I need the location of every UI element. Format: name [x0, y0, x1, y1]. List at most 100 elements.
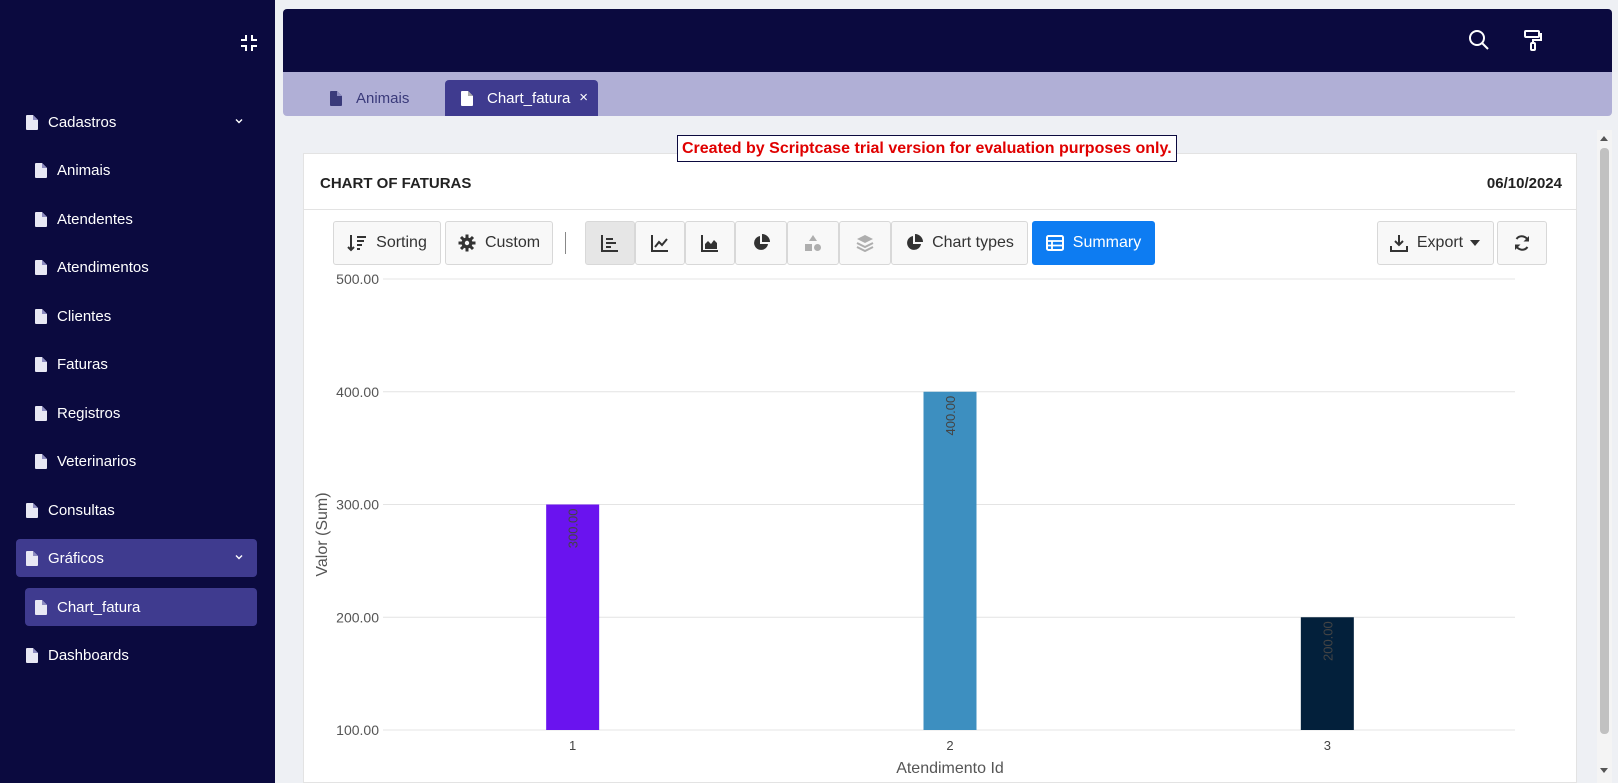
- sidebar-item-veterinarios[interactable]: Veterinarios: [25, 442, 257, 480]
- document-icon: [35, 453, 47, 469]
- document-icon: [26, 502, 38, 518]
- panel-header: CHART OF FATURAS 06/10/2024: [304, 154, 1576, 210]
- document-icon: [35, 405, 47, 421]
- sidebar-item-consultas[interactable]: Consultas: [16, 491, 257, 529]
- sorting-button[interactable]: Sorting: [333, 221, 441, 265]
- sidebar-item-label: Chart_fatura: [57, 598, 141, 616]
- paint-roller-icon[interactable]: [1521, 28, 1545, 52]
- document-icon: [461, 90, 473, 106]
- document-icon: [35, 308, 47, 324]
- pie-chart-icon: [754, 234, 770, 250]
- scrollbar[interactable]: [1597, 130, 1612, 783]
- data-label: 200.00: [1320, 621, 1335, 661]
- y-axis-title: Valor (Sum): [314, 492, 331, 576]
- sidebar-item-label: Veterinarios: [57, 452, 137, 470]
- document-icon: [35, 259, 47, 275]
- chevron-down-icon: [235, 555, 243, 560]
- shapes-chart-button[interactable]: [787, 221, 839, 265]
- y-tick-label: 500.00: [336, 271, 379, 287]
- download-icon: [1389, 235, 1408, 252]
- gear-icon: [458, 234, 476, 252]
- sidebar-item-dashboards[interactable]: Dashboards: [16, 636, 257, 674]
- document-icon: [330, 90, 342, 106]
- table-icon: [1045, 235, 1064, 251]
- caret-down-icon: [1470, 240, 1481, 246]
- sidebar-item-gr-ficos[interactable]: Gráficos: [16, 539, 257, 577]
- sidebar-item-cadastros[interactable]: Cadastros: [16, 103, 257, 141]
- document-icon: [35, 356, 47, 372]
- sort-icon: [347, 235, 367, 252]
- refresh-button[interactable]: [1497, 221, 1547, 265]
- scroll-up-arrow[interactable]: [1600, 136, 1608, 141]
- chevron-down-icon: [235, 119, 243, 124]
- chart-types-label: Chart types: [932, 234, 1014, 251]
- refresh-icon: [1515, 235, 1529, 251]
- panel-title: CHART OF FATURAS: [320, 175, 472, 192]
- y-tick-label: 200.00: [336, 609, 379, 625]
- close-icon[interactable]: ×: [579, 89, 588, 106]
- summary-label: Summary: [1072, 234, 1142, 251]
- document-icon: [35, 162, 47, 178]
- sidebar-item-atendimentos[interactable]: Atendimentos: [25, 248, 257, 286]
- sidebar-item-label: Faturas: [57, 355, 108, 373]
- stacked-chart-button[interactable]: [839, 221, 891, 265]
- sidebar-item-label: Consultas: [48, 501, 115, 519]
- document-icon: [26, 647, 38, 663]
- sidebar-item-faturas[interactable]: Faturas: [25, 345, 257, 383]
- bar-chart-icon: [601, 235, 618, 252]
- sidebar: Cadastros Animais Atendentes Atendimentos Cl…: [0, 0, 275, 783]
- sidebar-item-label: Animais: [57, 161, 111, 179]
- area-chart-icon: [701, 235, 718, 252]
- data-label: 400.00: [943, 396, 958, 436]
- document-icon: [35, 599, 47, 615]
- data-label: 300.00: [566, 509, 581, 549]
- bar-chart-button[interactable]: [585, 221, 635, 265]
- sidebar-item-label: Dashboards: [48, 646, 129, 664]
- scroll-thumb[interactable]: [1600, 148, 1609, 734]
- summary-button[interactable]: Summary: [1032, 221, 1155, 265]
- custom-button[interactable]: Custom: [445, 221, 553, 265]
- pie-chart-button[interactable]: [735, 221, 787, 265]
- sidebar-item-clientes[interactable]: Clientes: [25, 297, 257, 335]
- tabs-bar: Animais × Chart_fatura ×: [283, 72, 1612, 116]
- tab-chart-fatura[interactable]: Chart_fatura ×: [445, 80, 598, 116]
- export-button[interactable]: Export: [1377, 221, 1494, 265]
- search-icon[interactable]: [1467, 28, 1491, 52]
- panel-date: 06/10/2024: [1486, 175, 1562, 192]
- chart-types-button[interactable]: Chart types: [891, 221, 1028, 265]
- line-chart-button[interactable]: [635, 221, 685, 265]
- scroll-down-arrow[interactable]: [1600, 768, 1608, 773]
- sidebar-item-atendentes[interactable]: Atendentes: [25, 200, 257, 238]
- document-icon: [26, 550, 38, 566]
- sidebar-item-label: Registros: [57, 404, 121, 422]
- collapse-icon[interactable]: [239, 33, 259, 53]
- sidebar-item-label: Gráficos: [48, 549, 104, 567]
- trial-notice: Created by Scriptcase trial version for …: [677, 135, 1177, 162]
- y-tick-label: 300.00: [336, 497, 379, 513]
- sidebar-item-label: Atendentes: [57, 210, 133, 228]
- export-label: Export: [1416, 234, 1464, 251]
- top-header: [283, 9, 1612, 72]
- x-tick-label: 1: [569, 738, 576, 753]
- custom-label: Custom: [484, 234, 541, 251]
- sidebar-item-chart-fatura[interactable]: Chart_fatura: [25, 588, 257, 626]
- x-tick-label: 2: [946, 738, 953, 753]
- y-tick-label: 400.00: [336, 384, 379, 400]
- bar-chart: 100.00 200.00 300.00 400.00 500.00 300.00 1 400…: [303, 270, 1577, 783]
- sidebar-item-label: Clientes: [57, 307, 112, 325]
- chart-bar: [923, 391, 977, 730]
- sidebar-item-animais[interactable]: Animais: [25, 151, 257, 189]
- chart-svg: 100.00 200.00 300.00 400.00 500.00 300.00 1 400…: [314, 271, 1515, 777]
- sidebar-item-label: Atendimentos: [57, 258, 149, 276]
- x-tick-label: 3: [1324, 738, 1331, 753]
- y-tick-label: 100.00: [336, 722, 379, 738]
- shapes-icon: [805, 235, 821, 251]
- document-icon: [26, 114, 38, 130]
- tab-label: Chart_fatura: [487, 89, 571, 107]
- document-icon: [35, 211, 47, 227]
- toolbar-separator: [565, 232, 566, 254]
- sidebar-item-registros[interactable]: Registros: [25, 394, 257, 432]
- sorting-label: Sorting: [376, 234, 427, 251]
- pie-chart-icon: [907, 234, 924, 250]
- area-chart-button[interactable]: [685, 221, 735, 265]
